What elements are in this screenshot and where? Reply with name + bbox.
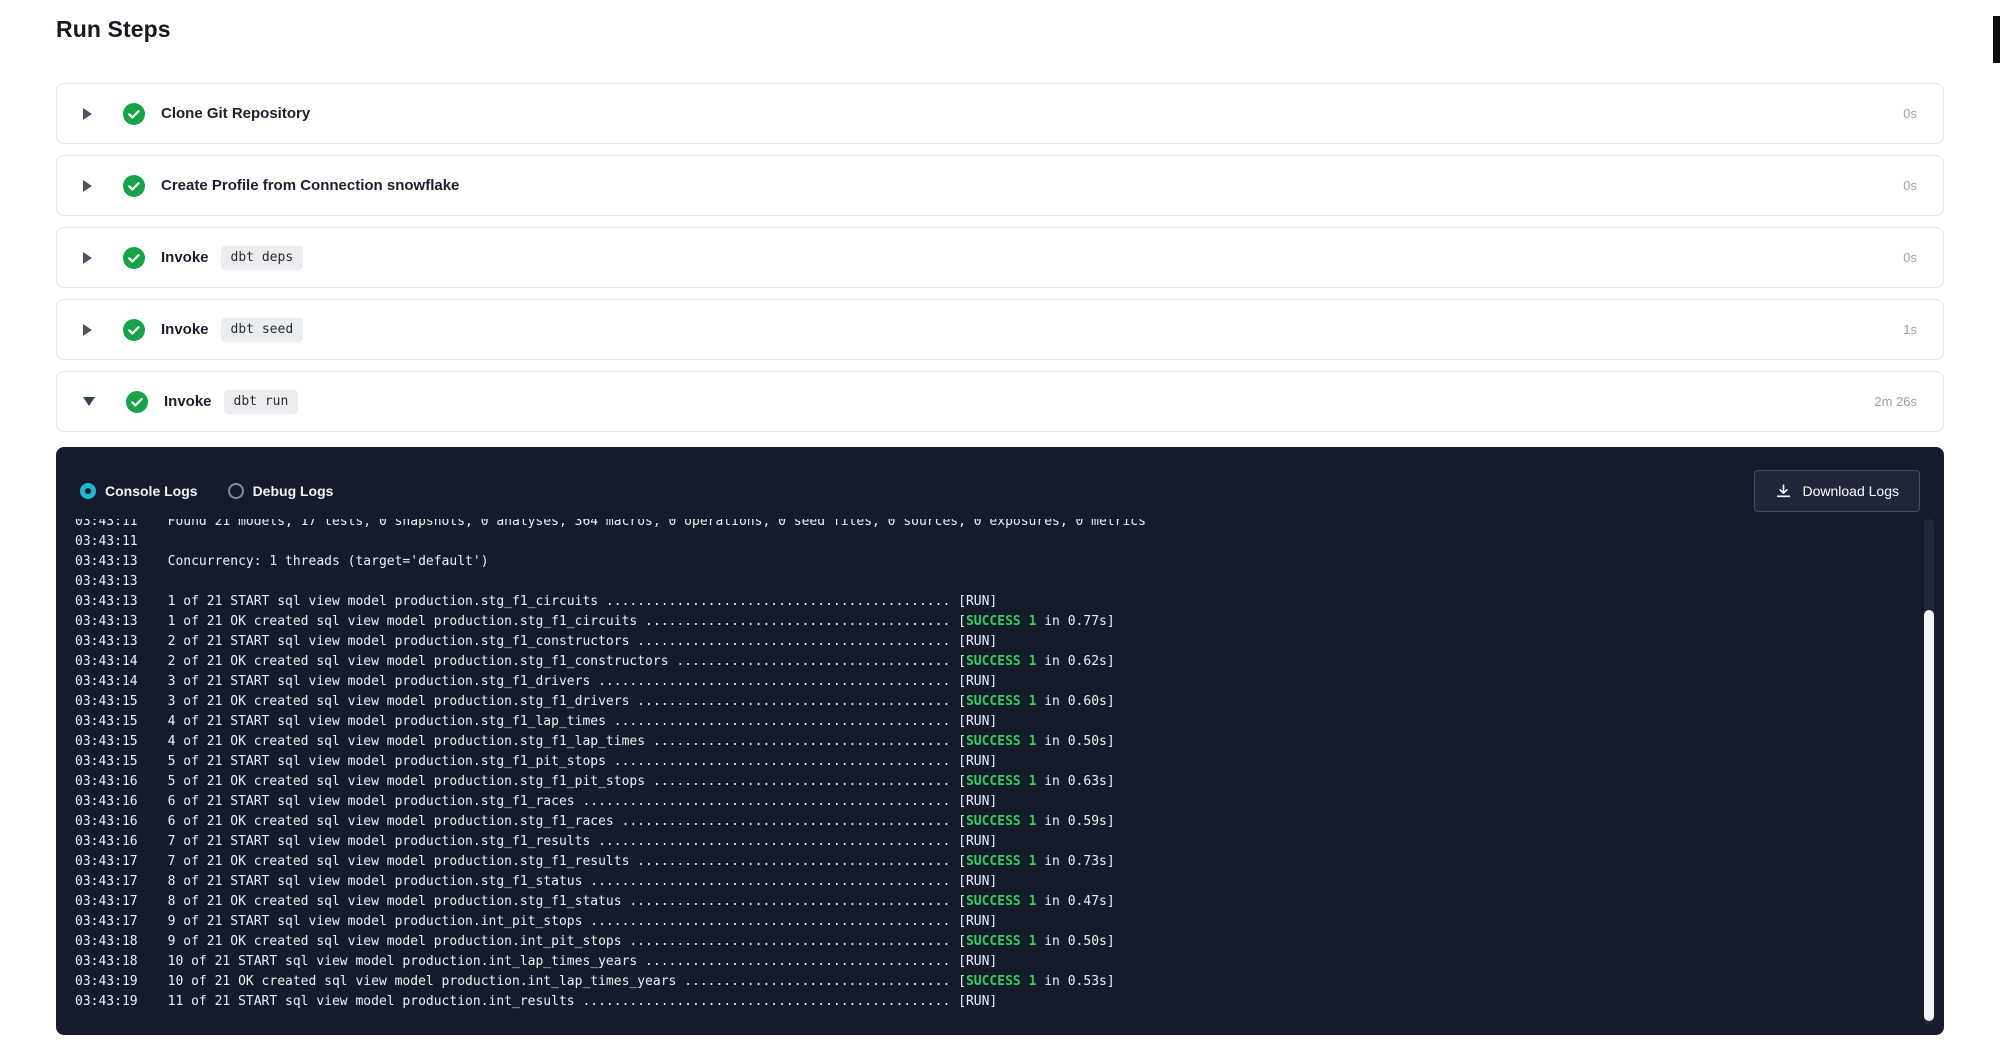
log-line: 03:43:179 of 21 START sql view model pro…: [75, 912, 1944, 932]
step-duration: 1s: [1903, 322, 1917, 337]
log-line: 03:43:1911 of 21 START sql view model pr…: [75, 992, 1944, 1012]
console-scrollbar[interactable]: [1924, 519, 1934, 1025]
log-line: 03:43:167 of 21 START sql view model pro…: [75, 832, 1944, 852]
console-logs-label: Console Logs: [105, 483, 198, 499]
log-line: 03:43:154 of 21 START sql view model pro…: [75, 712, 1944, 732]
log-lines: 03:43:11Found 21 models, 17 tests, 0 sna…: [75, 519, 1944, 1012]
log-line: 03:43:177 of 21 OK created sql view mode…: [75, 852, 1944, 872]
step-command-badge: dbt run: [224, 390, 299, 414]
chevron-right-icon[interactable]: [83, 252, 92, 264]
log-line: 03:43:155 of 21 START sql view model pro…: [75, 752, 1944, 772]
radio-unselected-icon[interactable]: [228, 483, 244, 499]
log-line: 03:43:166 of 21 START sql view model pro…: [75, 792, 1944, 812]
log-line: 03:43:11Found 21 models, 17 tests, 0 sna…: [75, 519, 1944, 532]
run-step-clone-git-repository[interactable]: Clone Git Repository 0s: [56, 83, 1944, 144]
run-steps-page: Run Steps Clone Git Repository 0s Create…: [0, 16, 2000, 1035]
log-line: 03:43:13: [75, 572, 1944, 592]
debug-logs-label: Debug Logs: [253, 483, 334, 499]
step-label: Invoke: [164, 393, 212, 410]
debug-logs-tab[interactable]: Debug Logs: [228, 483, 334, 499]
chevron-down-icon[interactable]: [83, 397, 95, 406]
step-duration: 2m 26s: [1874, 394, 1917, 409]
log-line: 03:43:13Concurrency: 1 threads (target='…: [75, 552, 1944, 572]
run-step-create-profile[interactable]: Create Profile from Connection snowflake…: [56, 155, 1944, 216]
chevron-right-icon[interactable]: [83, 108, 92, 120]
log-line: 03:43:142 of 21 OK created sql view mode…: [75, 652, 1944, 672]
download-icon: [1775, 483, 1792, 500]
step-duration: 0s: [1903, 178, 1917, 193]
success-check-icon: [126, 391, 148, 413]
log-line: 03:43:166 of 21 OK created sql view mode…: [75, 812, 1944, 832]
page-title: Run Steps: [56, 16, 1944, 43]
step-command-badge: dbt deps: [221, 246, 304, 270]
log-line: 03:43:178 of 21 START sql view model pro…: [75, 872, 1944, 892]
log-line: 03:43:153 of 21 OK created sql view mode…: [75, 692, 1944, 712]
chevron-right-icon[interactable]: [83, 324, 92, 336]
step-label: Create Profile from Connection snowflake: [161, 177, 459, 194]
log-line: 03:43:11: [75, 532, 1944, 552]
success-check-icon: [123, 175, 145, 197]
log-line: 03:43:189 of 21 OK created sql view mode…: [75, 932, 1944, 952]
log-line: 03:43:132 of 21 START sql view model pro…: [75, 632, 1944, 652]
console-toolbar: Console Logs Debug Logs Download Logs: [56, 447, 1944, 512]
log-line: 03:43:1910 of 21 OK created sql view mod…: [75, 972, 1944, 992]
window-scrollbar-fragment: [1993, 16, 2000, 63]
log-line: 03:43:178 of 21 OK created sql view mode…: [75, 892, 1944, 912]
radio-selected-icon[interactable]: [80, 483, 96, 499]
download-logs-button[interactable]: Download Logs: [1754, 470, 1920, 512]
step-label: Invoke: [161, 321, 209, 338]
log-console-panel: Console Logs Debug Logs Download Logs 03…: [56, 447, 1944, 1035]
console-logs-tab[interactable]: Console Logs: [80, 483, 198, 499]
run-steps-list: Clone Git Repository 0s Create Profile f…: [56, 83, 1944, 1035]
step-label: Clone Git Repository: [161, 105, 310, 122]
console-log-output[interactable]: 03:43:11Found 21 models, 17 tests, 0 sna…: [56, 519, 1944, 1027]
step-duration: 0s: [1903, 250, 1917, 265]
success-check-icon: [123, 319, 145, 341]
download-logs-label: Download Logs: [1802, 483, 1899, 499]
run-step-dbt-seed[interactable]: Invoke dbt seed 1s: [56, 299, 1944, 360]
chevron-right-icon[interactable]: [83, 180, 92, 192]
log-line: 03:43:154 of 21 OK created sql view mode…: [75, 732, 1944, 752]
log-line: 03:43:143 of 21 START sql view model pro…: [75, 672, 1944, 692]
log-line: 03:43:131 of 21 OK created sql view mode…: [75, 612, 1944, 632]
run-step-dbt-run[interactable]: Invoke dbt run 2m 26s: [56, 371, 1944, 432]
step-command-badge: dbt seed: [221, 318, 304, 342]
step-label: Invoke: [161, 249, 209, 266]
log-line: 03:43:165 of 21 OK created sql view mode…: [75, 772, 1944, 792]
step-duration: 0s: [1903, 106, 1917, 121]
log-line: 03:43:131 of 21 START sql view model pro…: [75, 592, 1944, 612]
log-line: 03:43:1810 of 21 START sql view model pr…: [75, 952, 1944, 972]
console-scrollbar-thumb[interactable]: [1924, 610, 1934, 1021]
success-check-icon: [123, 103, 145, 125]
run-step-dbt-deps[interactable]: Invoke dbt deps 0s: [56, 227, 1944, 288]
success-check-icon: [123, 247, 145, 269]
